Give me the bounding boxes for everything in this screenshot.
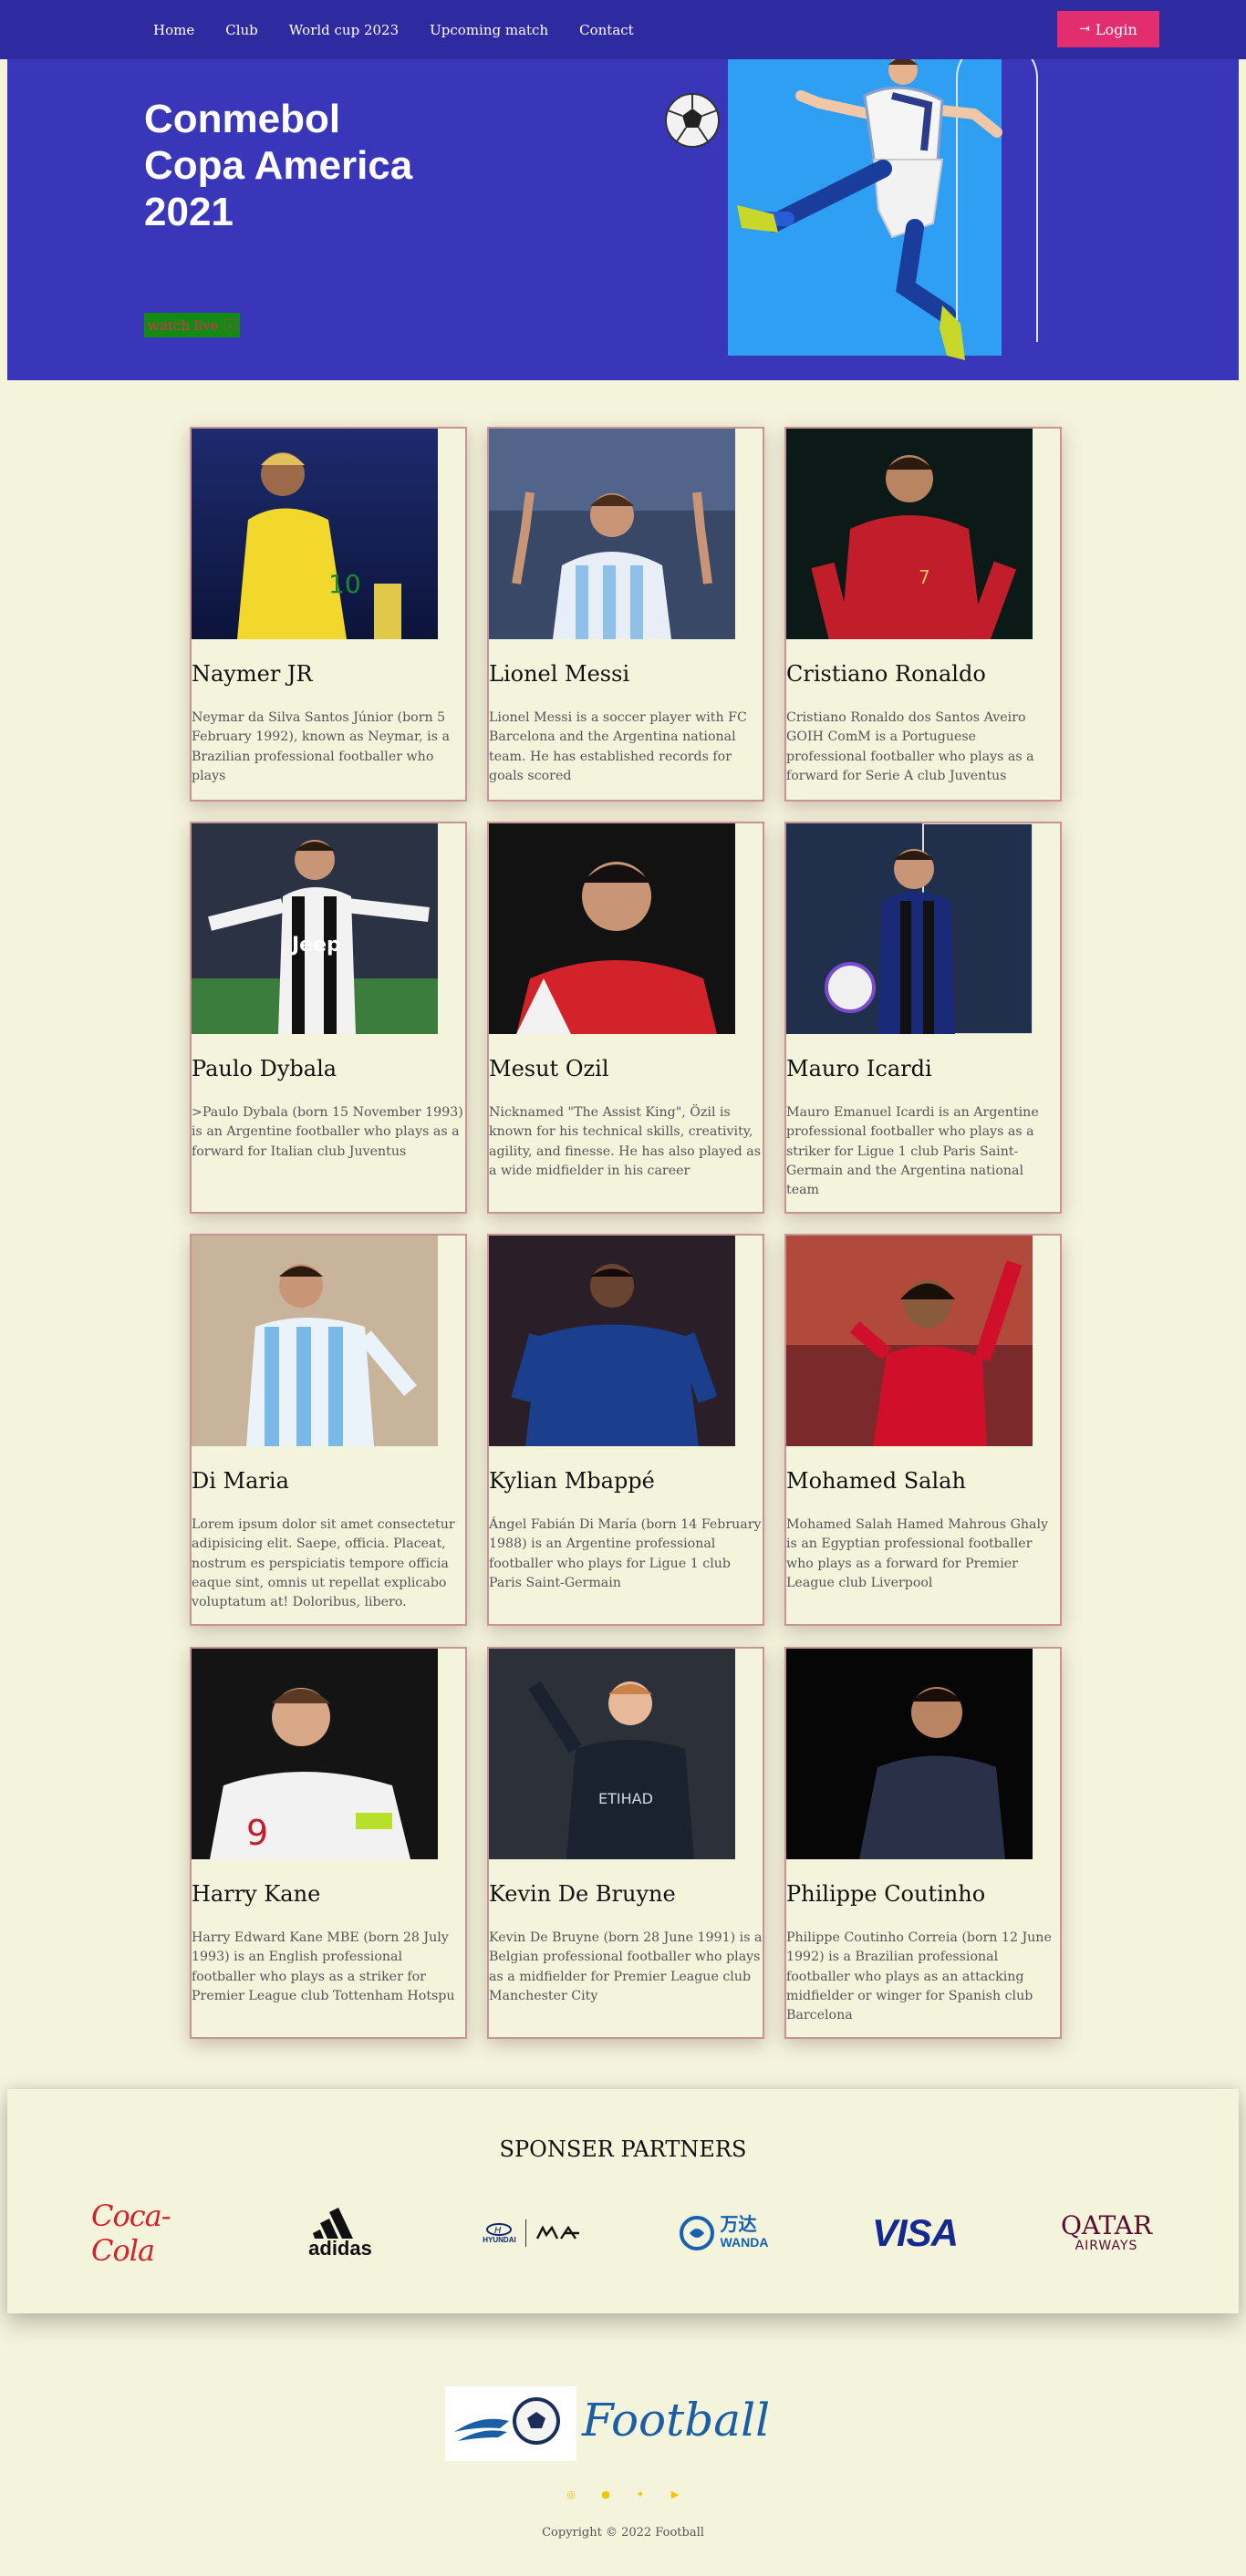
player-photo-messi (489, 429, 735, 639)
svg-text:H: H (494, 2226, 502, 2236)
player-name: Mauro Icardi (786, 1056, 932, 1081)
player-card[interactable]: 7 Cristiano Ronaldo Cristiano Ronaldo do… (784, 427, 1062, 802)
player-name: Cristiano Ronaldo (786, 661, 986, 687)
player-name: Di Maria (192, 1468, 289, 1494)
player-name: Mohamed Salah (786, 1468, 966, 1494)
watch-live-button[interactable]: watch live ⓘ (144, 313, 241, 337)
player-photo-salah (786, 1236, 1033, 1446)
player-photo-ronaldo: 7 (786, 429, 1033, 639)
player-card[interactable]: Mohamed Salah Mohamed Salah Hamed Mahrou… (784, 1234, 1062, 1626)
player-description: Lorem ipsum dolor sit amet consectetur a… (192, 1517, 455, 1610)
player-name: Kevin De Bruyne (489, 1881, 676, 1907)
nav-contact[interactable]: Contact (579, 22, 634, 38)
player-description: Mauro Emanuel Icardi is an Argentine pro… (786, 1105, 1039, 1198)
player-name: Paulo Dybala (192, 1056, 337, 1081)
nav-links: Home Club World cup 2023 Upcoming match … (153, 22, 634, 38)
svg-text:Jeep: Jeep (290, 934, 341, 957)
adidas-stripes-icon (313, 2208, 353, 2239)
svg-text:9: 9 (246, 1813, 268, 1853)
login-arrow-icon: ⇥ (1079, 22, 1090, 36)
player-card[interactable]: 10 Naymer JR Neymar da Silva Santos Júni… (190, 427, 467, 802)
hyundai-logo: H HYUNDAI (483, 2222, 516, 2244)
pinterest-icon[interactable]: ● (600, 2489, 611, 2500)
instagram-icon[interactable]: ◎ (566, 2489, 576, 2500)
sponsor-section: SPONSER PARTNERS Coca-Cola adidas H HYUN… (7, 2089, 1239, 2313)
login-label: Login (1095, 20, 1137, 38)
player-description: Philippe Coutinho Correia (born 12 June … (786, 1930, 1052, 2023)
coca-cola-logo: Coca-Cola (91, 2198, 171, 2268)
top-navbar: Home Club World cup 2023 Upcoming match … (0, 0, 1246, 59)
youtube-icon[interactable]: ▶ (670, 2489, 680, 2500)
hero-title: Conmebol Copa America 2021 (144, 97, 413, 234)
player-card[interactable]: Di Maria Lorem ipsum dolor sit amet cons… (190, 1234, 467, 1626)
player-description: Harry Edward Kane MBE (born 28 July 1993… (192, 1930, 455, 2003)
footer-logo[interactable]: Football (445, 2386, 801, 2461)
player-photo-mbappe (489, 1236, 735, 1446)
footer-brand-name: Football (582, 2394, 771, 2447)
watch-live-label: watch live (148, 317, 219, 334)
qatar-airways-logo: QATAR AIRWAYS (1060, 2210, 1153, 2254)
wanda-emblem-icon (679, 2216, 714, 2250)
football-logo-icon (454, 2397, 560, 2445)
sponsor-title: SPONSER PARTNERS (499, 2136, 747, 2162)
social-icons: ◎ ● ✦ ▶ (566, 2489, 680, 2500)
player-card[interactable]: Philippe Coutinho Philippe Coutinho Corr… (784, 1647, 1062, 2039)
footer-logo-box (445, 2386, 576, 2461)
copyright-text: Copyright © 2022 Football (542, 2526, 704, 2540)
player-photo-coutinho (786, 1649, 1033, 1859)
player-description: Mohamed Salah Hamed Mahrous Ghaly is an … (786, 1517, 1049, 1590)
player-name: Harry Kane (192, 1881, 321, 1907)
adidas-logo: adidas (290, 2206, 390, 2260)
nav-world-cup[interactable]: World cup 2023 (289, 22, 399, 38)
svg-text:10: 10 (328, 569, 361, 599)
login-button[interactable]: ⇥ Login (1057, 11, 1159, 47)
player-card[interactable]: Jeep Paulo Dybala >Paulo Dybala (born 15… (190, 822, 467, 1214)
player-photo-kane: 9 (192, 1649, 438, 1859)
player-name: Mesut Ozil (489, 1056, 609, 1081)
player-card[interactable]: Kylian Mbappé Ángel Fabián Di María (bor… (487, 1234, 764, 1626)
nav-upcoming-match[interactable]: Upcoming match (430, 22, 548, 38)
hyundai-kia-logo: H HYUNDAI (472, 2206, 591, 2260)
player-photo-di-maria (192, 1236, 438, 1446)
player-card[interactable]: Mesut Ozil Nicknamed "The Assist King", … (487, 822, 764, 1214)
twitter-icon[interactable]: ✦ (635, 2489, 646, 2500)
player-name: Kylian Mbappé (489, 1468, 655, 1494)
player-description: Nicknamed "The Assist King", Özil is kno… (489, 1105, 761, 1178)
player-photo-dybala: Jeep (192, 823, 438, 1034)
play-circle-icon: ⓘ (223, 317, 237, 334)
player-description: Lionel Messi is a soccer player with FC … (489, 710, 747, 783)
player-photo-icardi (786, 823, 1033, 1034)
player-card[interactable]: 9 Harry Kane Harry Edward Kane MBE (born… (190, 1647, 467, 2039)
player-description: Ángel Fabián Di María (born 14 February … (489, 1517, 762, 1590)
hero-banner: Conmebol Copa America 2021 watch live ⓘ (7, 59, 1239, 380)
nav-club[interactable]: Club (225, 22, 258, 38)
player-description: >Paulo Dybala (born 15 November 1993) is… (192, 1105, 463, 1159)
svg-text:7: 7 (919, 566, 930, 588)
hero-player-illustration (737, 59, 1002, 360)
player-description: Kevin De Bruyne (born 28 June 1991) is a… (489, 1930, 763, 2003)
player-description: Neymar da Silva Santos Júnior (born 5 Fe… (192, 710, 450, 783)
player-description: Cristiano Ronaldo dos Santos Aveiro GOIH… (786, 710, 1034, 783)
svg-text:ETIHAD: ETIHAD (598, 1790, 653, 1807)
player-name: Philippe Coutinho (786, 1881, 986, 1907)
player-card[interactable]: Mauro Icardi Mauro Emanuel Icardi is an … (784, 822, 1062, 1214)
wanda-logo: 万达 WANDA (664, 2206, 783, 2260)
nav-home[interactable]: Home (153, 22, 194, 38)
player-photo-de-bruyne: ETIHAD (489, 1649, 735, 1859)
player-name: Lionel Messi (489, 661, 630, 687)
kia-logo (535, 2226, 579, 2240)
player-name: Naymer JR (192, 661, 313, 687)
player-photo-ozil (489, 823, 735, 1034)
player-card[interactable]: Lionel Messi Lionel Messi is a soccer pl… (487, 427, 764, 802)
player-photo-neymar: 10 (192, 429, 438, 639)
player-card[interactable]: ETIHAD Kevin De Bruyne Kevin De Bruyne (… (487, 1647, 764, 2039)
visa-logo: VISA (871, 2211, 959, 2254)
